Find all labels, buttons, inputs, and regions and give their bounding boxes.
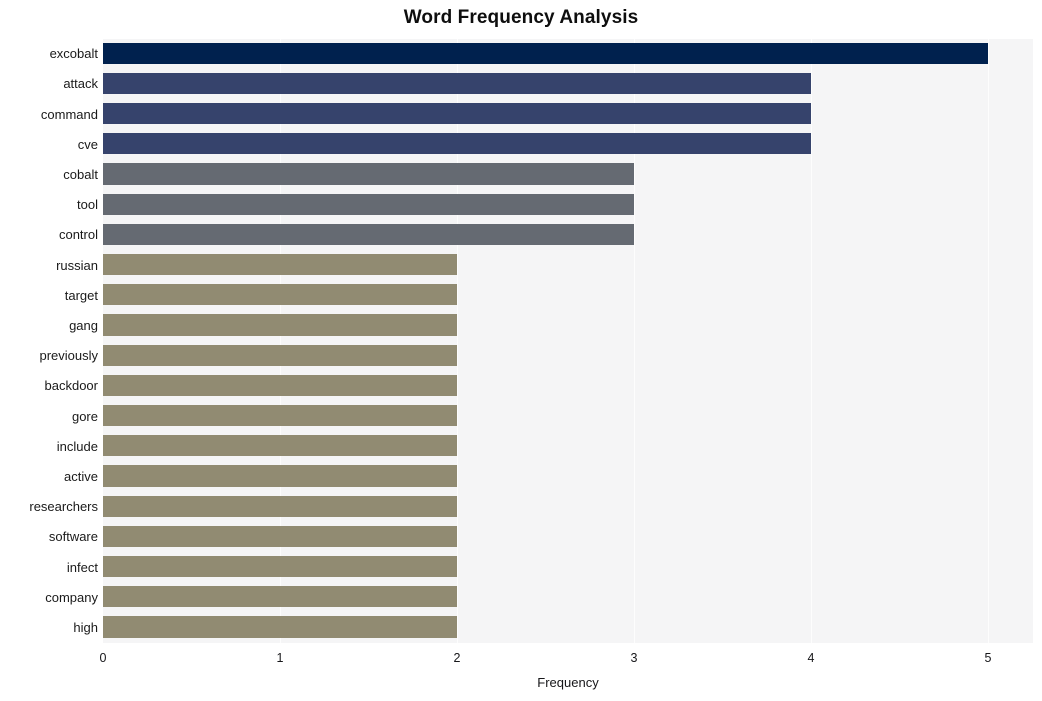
y-tick-label-active: active [64, 468, 98, 484]
y-tick-label-infect: infect [66, 559, 98, 575]
y-tick-label-control: control [58, 227, 98, 243]
y-tick-label-gore: gore [71, 408, 98, 424]
bar-include[interactable] [103, 435, 457, 457]
y-tick-label-company: company [45, 589, 98, 605]
y-tick-label-gang: gang [69, 317, 98, 333]
x-tick-label-0: 0 [99, 651, 107, 665]
bar-software[interactable] [103, 525, 457, 547]
y-tick-label-attack: attack [63, 76, 98, 92]
bar-control[interactable] [103, 223, 634, 245]
plot-area [103, 39, 1033, 643]
bar-active[interactable] [103, 465, 457, 487]
x-tick-label-5: 5 [984, 651, 992, 665]
y-tick-label-cve: cve [77, 136, 98, 152]
bar-cobalt[interactable] [103, 163, 634, 185]
bar-attack[interactable] [103, 72, 811, 94]
bar-cve[interactable] [103, 133, 811, 155]
bar-russian[interactable] [103, 253, 457, 276]
bar-excobalt[interactable] [103, 42, 988, 64]
y-tick-label-previously: previously [39, 348, 98, 364]
y-tick-label-high: high [73, 619, 98, 635]
y-tick-label-software: software [48, 529, 98, 545]
bar-command[interactable] [103, 102, 811, 125]
bar-previously[interactable] [103, 344, 457, 366]
bar-tool[interactable] [103, 193, 634, 215]
y-tick-label-cobalt: cobalt [63, 166, 98, 182]
y-tick-label-excobalt: excobalt [49, 46, 98, 62]
y-tick-label-target: target [64, 287, 98, 303]
bar-target[interactable] [103, 284, 457, 306]
bar-company[interactable] [103, 586, 457, 608]
y-tick-label-backdoor: backdoor [44, 378, 98, 394]
x-tick-label-1: 1 [276, 651, 284, 665]
x-tick-label-3: 3 [630, 651, 638, 665]
x-tick-label-4: 4 [807, 651, 815, 665]
bars-container [103, 39, 1033, 643]
y-tick-label-tool: tool [77, 197, 98, 213]
bar-backdoor[interactable] [103, 374, 457, 396]
bar-gore[interactable] [103, 404, 457, 427]
page-title: Word Frequency Analysis [403, 7, 639, 28]
bar-infect[interactable] [103, 555, 457, 578]
y-tick-label-command: command [40, 106, 98, 122]
bar-gang[interactable] [103, 314, 457, 336]
y-axis-tick-labels: excobalt attack command cve cobalt tool contro… [0, 39, 98, 643]
x-axis-tick-labels: 0 1 2 3 4 5 [0, 651, 1042, 671]
x-axis-label: Frequency [537, 675, 599, 690]
y-tick-label-researchers: researchers [29, 499, 98, 515]
bar-researchers[interactable] [103, 495, 457, 517]
y-tick-label-include: include [56, 438, 98, 454]
y-tick-label-russian: russian [56, 257, 98, 273]
chart-figure: Word Frequency Analysis excobalt attack co… [0, 0, 1042, 701]
x-tick-label-2: 2 [453, 651, 461, 665]
bar-high[interactable] [103, 616, 457, 638]
